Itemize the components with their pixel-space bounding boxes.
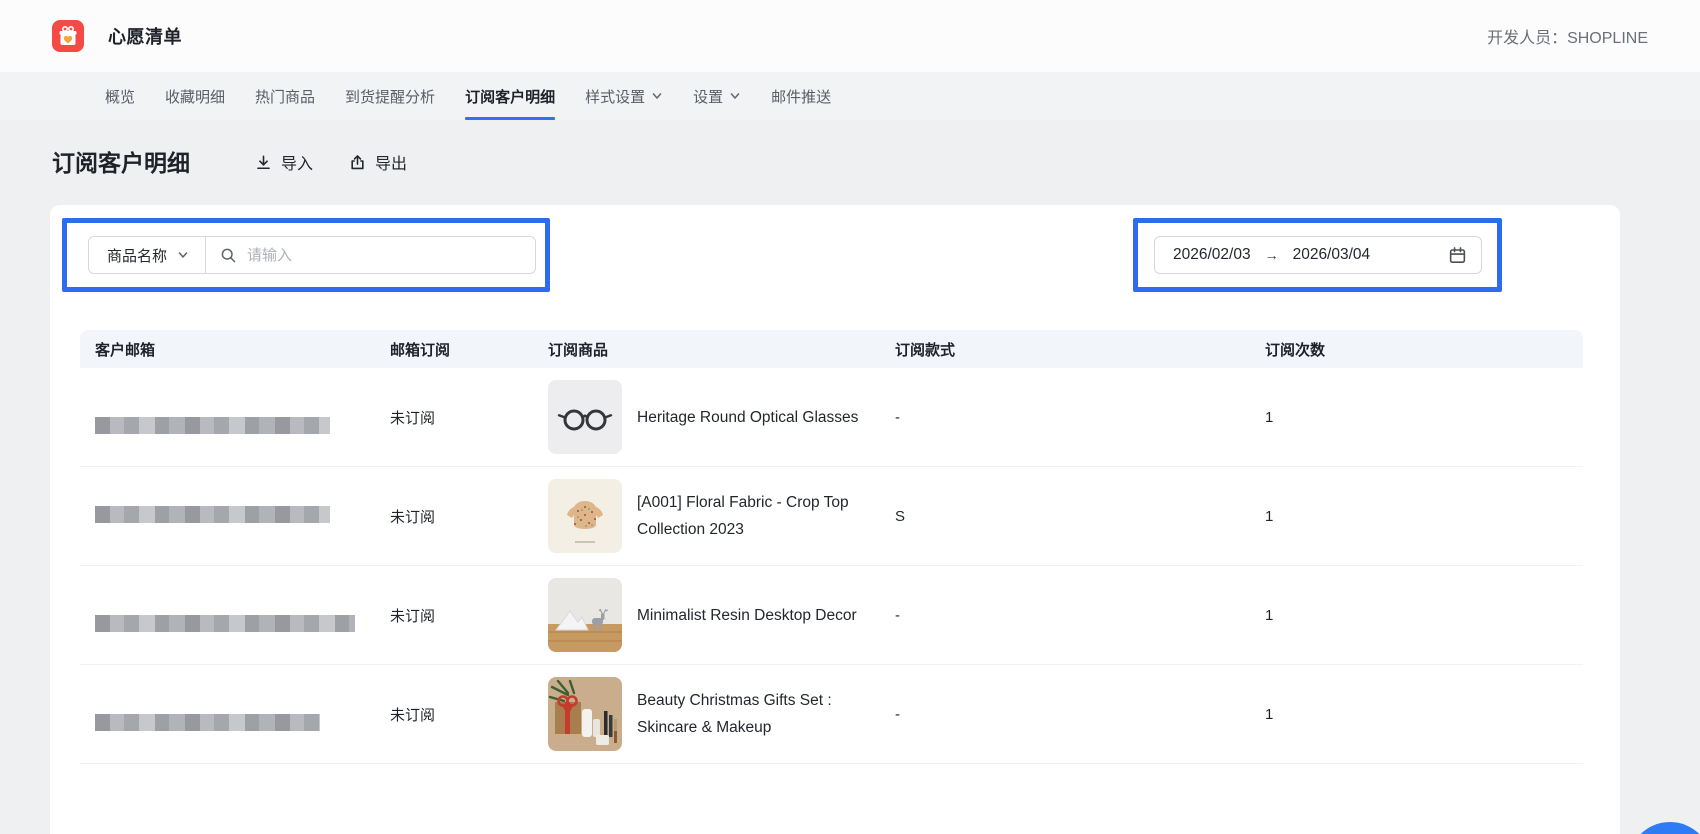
date-range-picker[interactable]: 2026/02/03 → 2026/03/04	[1154, 236, 1482, 274]
column-header-subscription-count: 订阅次数	[1250, 339, 1583, 360]
search-box	[206, 247, 535, 264]
subscribed-style: S	[880, 508, 1250, 525]
subscription-count: 1	[1250, 607, 1583, 624]
date-end-value[interactable]: 2026/03/04	[1293, 246, 1371, 264]
customer-email-redacted	[80, 598, 375, 632]
tab-popular-products[interactable]: 热门商品	[255, 72, 315, 120]
tab-email-push[interactable]: 邮件推送	[771, 72, 831, 120]
tab-style-settings[interactable]: 样式设置	[585, 72, 663, 120]
christmas-set-product-photo	[548, 677, 622, 751]
search-icon	[220, 247, 237, 264]
customer-email-redacted	[80, 506, 375, 527]
column-header-subscribed-product: 订阅商品	[533, 339, 880, 360]
subscriber-table: 客户邮箱 邮箱订阅 订阅商品 订阅款式 订阅次数 未订阅	[80, 330, 1583, 764]
product-title: Beauty Christmas Gifts Set : Skincare & …	[637, 687, 862, 741]
gift-icon	[52, 20, 84, 52]
tab-overview[interactable]: 概览	[105, 72, 135, 120]
date-start-value[interactable]: 2026/02/03	[1173, 246, 1251, 264]
chevron-down-icon	[177, 249, 189, 261]
email-subscription-status: 未订阅	[375, 704, 533, 725]
subscriber-detail-card: 商品名称 2026/02/03 → 2026/03/04 客户邮箱 邮箱订阅 订…	[50, 205, 1620, 834]
chevron-down-icon	[651, 90, 663, 102]
product-cell: Beauty Christmas Gifts Set : Skincare & …	[533, 677, 880, 751]
tab-favorites-detail[interactable]: 收藏明细	[165, 72, 225, 120]
import-button-label: 导入	[281, 150, 313, 174]
import-button[interactable]: 导入	[255, 150, 313, 174]
search-field-select[interactable]: 商品名称	[89, 237, 205, 273]
resin-decor-product-photo	[548, 578, 622, 652]
tab-subscriber-detail[interactable]: 订阅客户明细	[465, 72, 555, 120]
app-title: 心愿清单	[108, 23, 182, 49]
crop-top-product-photo	[548, 479, 622, 553]
product-title: Heritage Round Optical Glasses	[637, 404, 858, 431]
table-row: 未订阅 Heritage Round Optical Glasses - 1	[80, 368, 1583, 467]
page-actions: 导入 导出	[255, 150, 407, 174]
product-cell: Minimalist Resin Desktop Decor	[533, 578, 880, 652]
subscription-count: 1	[1250, 409, 1583, 426]
column-header-customer-email: 客户邮箱	[80, 339, 375, 360]
email-subscription-status: 未订阅	[375, 605, 533, 626]
search-field-select-value: 商品名称	[107, 245, 167, 266]
upload-icon	[349, 154, 366, 171]
customer-email-redacted	[80, 400, 375, 434]
column-header-subscribed-style: 订阅款式	[880, 339, 1250, 360]
nav-tab-bar: 概览 收藏明细 热门商品 到货提醒分析 订阅客户明细 样式设置 设置 邮件推送	[0, 72, 1700, 120]
search-input[interactable]	[247, 247, 521, 264]
column-header-email-subscription: 邮箱订阅	[375, 339, 533, 360]
calendar-icon	[1448, 246, 1467, 265]
glasses-product-photo	[548, 380, 622, 454]
product-title: Minimalist Resin Desktop Decor	[637, 602, 857, 629]
customer-email-redacted	[80, 697, 375, 731]
chevron-down-icon	[729, 90, 741, 102]
tab-style-settings-label: 样式设置	[585, 86, 645, 107]
table-row: 未订阅	[80, 467, 1583, 566]
product-title: [A001] Floral Fabric - Crop Top Collecti…	[637, 489, 862, 543]
tab-settings-label: 设置	[693, 86, 723, 107]
table-row: 未订阅	[80, 665, 1583, 764]
export-button-label: 导出	[375, 150, 407, 174]
page-title: 订阅客户明细	[52, 144, 190, 178]
top-bar: 心愿清单 开发人员：SHOPLINE	[0, 0, 1700, 72]
email-subscription-status: 未订阅	[375, 407, 533, 428]
subscribed-style: -	[880, 409, 1250, 426]
product-cell: Heritage Round Optical Glasses	[533, 380, 880, 454]
subscription-count: 1	[1250, 508, 1583, 525]
subscription-count: 1	[1250, 706, 1583, 723]
product-cell: [A001] Floral Fabric - Crop Top Collecti…	[533, 479, 880, 553]
help-fab-button[interactable]	[1628, 822, 1700, 834]
export-button[interactable]: 导出	[349, 150, 407, 174]
download-icon	[255, 154, 272, 171]
subscribed-style: -	[880, 706, 1250, 723]
developer-label: 开发人员：SHOPLINE	[1487, 24, 1648, 48]
search-filter-group: 商品名称	[88, 236, 536, 274]
table-row: 未订阅	[80, 566, 1583, 665]
email-subscription-status: 未订阅	[375, 506, 533, 527]
tab-settings[interactable]: 设置	[693, 72, 741, 120]
table-header-row: 客户邮箱 邮箱订阅 订阅商品 订阅款式 订阅次数	[80, 330, 1583, 368]
subscribed-style: -	[880, 607, 1250, 624]
tab-restock-alert-analysis[interactable]: 到货提醒分析	[345, 72, 435, 120]
arrow-right-icon: →	[1265, 247, 1279, 263]
